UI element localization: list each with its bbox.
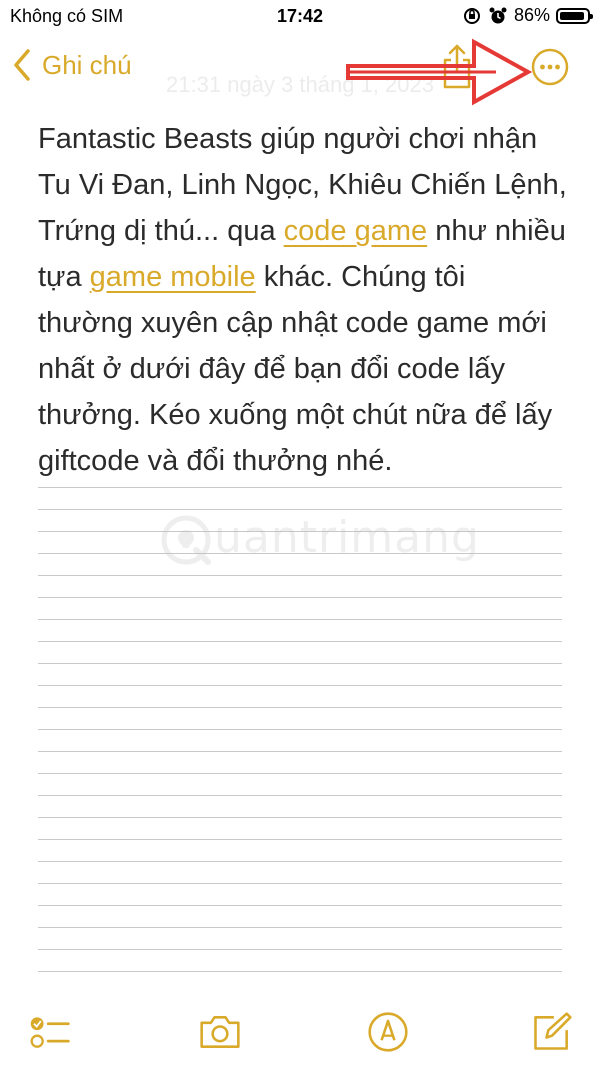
annotation-arrow-icon: [346, 38, 532, 106]
watermark-text: uantrimang: [214, 512, 480, 563]
watermark-logo-icon: [161, 515, 211, 565]
battery-icon: [556, 7, 593, 24]
bottom-toolbar: [0, 1000, 600, 1067]
status-bar: Không có SIM 17:42 86%: [0, 0, 600, 34]
status-indicators: 86%: [462, 5, 593, 26]
note-link[interactable]: game mobile: [90, 261, 256, 293]
battery-percent: 86%: [513, 5, 550, 25]
checklist-icon[interactable]: [28, 1010, 72, 1054]
markup-pen-icon[interactable]: [366, 1010, 410, 1054]
compose-icon[interactable]: [530, 1010, 574, 1054]
note-text: khác. Chúng tôi thường xuyên cập nhật co…: [38, 261, 553, 477]
note-body[interactable]: Fantastic Beasts giúp người chơi nhận Tu…: [38, 116, 568, 484]
rotation-lock-icon: [463, 7, 480, 24]
watermark: uantrimang: [158, 510, 508, 570]
note-link[interactable]: code game: [284, 215, 428, 247]
alarm-icon: [489, 7, 507, 23]
camera-icon[interactable]: [198, 1010, 242, 1054]
